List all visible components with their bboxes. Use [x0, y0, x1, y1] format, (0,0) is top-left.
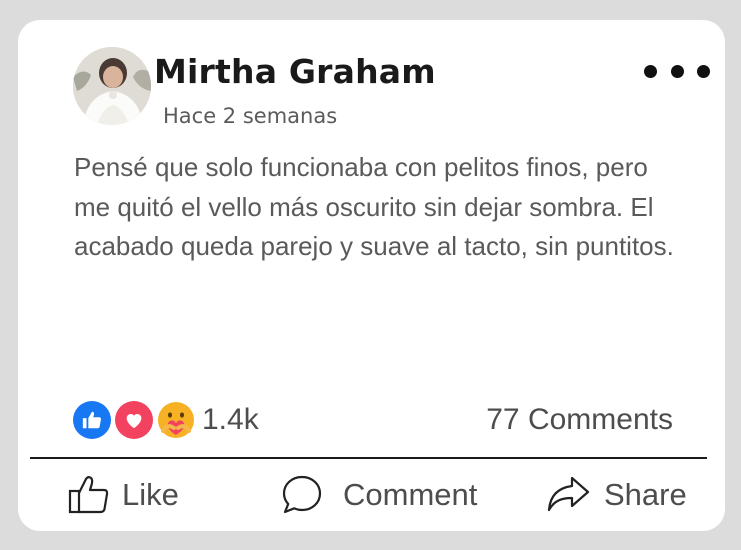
like-label: Like [122, 477, 179, 512]
avatar[interactable] [73, 47, 151, 125]
post-text: Pensé que solo funcionaba con pelitos fi… [74, 152, 674, 261]
avatar-photo [73, 47, 151, 125]
speech-bubble-icon [282, 475, 322, 514]
author-name[interactable]: Mirtha Graham [154, 52, 436, 91]
reaction-count: 1.4k [202, 403, 259, 436]
reactions-summary[interactable]: 1.4k [73, 400, 259, 440]
comment-label: Comment [343, 477, 478, 512]
post-card: Mirtha Graham Hace 2 semanas Pensé que s… [18, 20, 725, 531]
comment-button[interactable]: Comment [281, 472, 477, 518]
love-reaction-icon [115, 401, 153, 439]
more-dot-icon [644, 64, 657, 78]
like-button[interactable]: Like [68, 472, 179, 518]
like-reaction-icon [73, 401, 111, 439]
more-dot-icon [697, 64, 710, 78]
post-timestamp[interactable]: Hace 2 semanas [163, 104, 337, 128]
share-label: Share [604, 477, 687, 512]
more-dot-icon [670, 64, 684, 78]
comments-count-link[interactable]: 77 Comments [486, 400, 673, 440]
share-button[interactable]: Share [546, 472, 687, 518]
share-arrow-icon [547, 476, 590, 512]
care-reaction-icon [157, 401, 195, 439]
action-divider [30, 457, 707, 459]
more-options-button[interactable] [644, 60, 710, 82]
thumbs-up-icon [68, 476, 109, 514]
